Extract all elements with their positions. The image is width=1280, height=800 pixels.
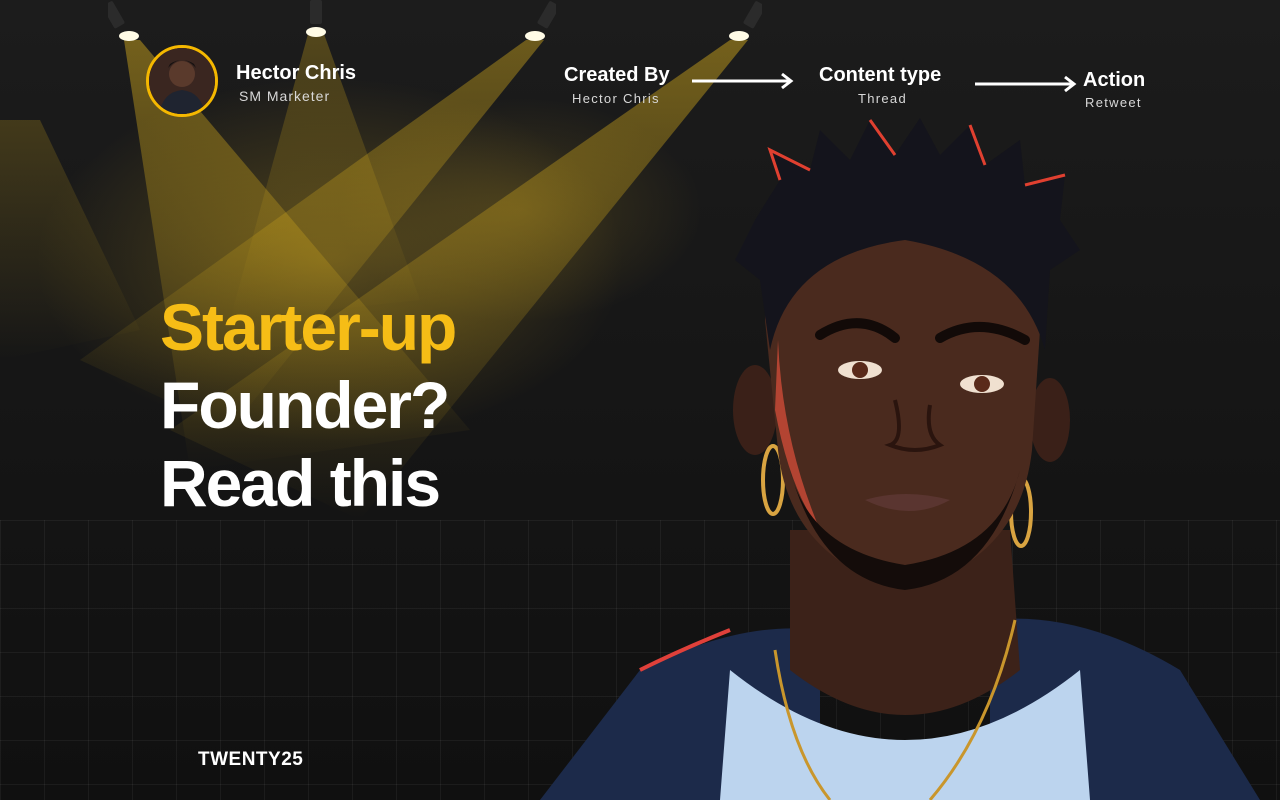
- avatar: [146, 45, 218, 117]
- arrow-right-icon: [975, 75, 1079, 98]
- spotlight-icon: [296, 0, 336, 45]
- flow-step-subtitle: Hector Chris: [572, 91, 660, 106]
- flow-step-subtitle: Thread: [858, 91, 907, 106]
- headline-line-2: Founder?: [160, 368, 450, 442]
- flow-step-title: Content type: [819, 64, 942, 86]
- flow-step-title: Action: [1083, 69, 1146, 91]
- spotlight-icon: [102, 0, 148, 51]
- brand-label: TWENTY25: [198, 749, 304, 770]
- headline-line-3: Read this: [160, 446, 441, 520]
- author-role: SM Marketer: [239, 88, 331, 104]
- spotlight-icon: [722, 0, 766, 51]
- headline-line-1: Starter-up: [160, 290, 457, 364]
- flow-step-title: Created By: [564, 64, 670, 86]
- flow-step-subtitle: Retweet: [1085, 95, 1142, 110]
- author-name: Hector Chris: [236, 62, 357, 84]
- portrait-illustration: [540, 118, 1260, 800]
- arrow-right-icon: [692, 72, 796, 95]
- headline: Starter-up Founder? Read this: [160, 288, 457, 522]
- spotlight-icon: [516, 0, 560, 51]
